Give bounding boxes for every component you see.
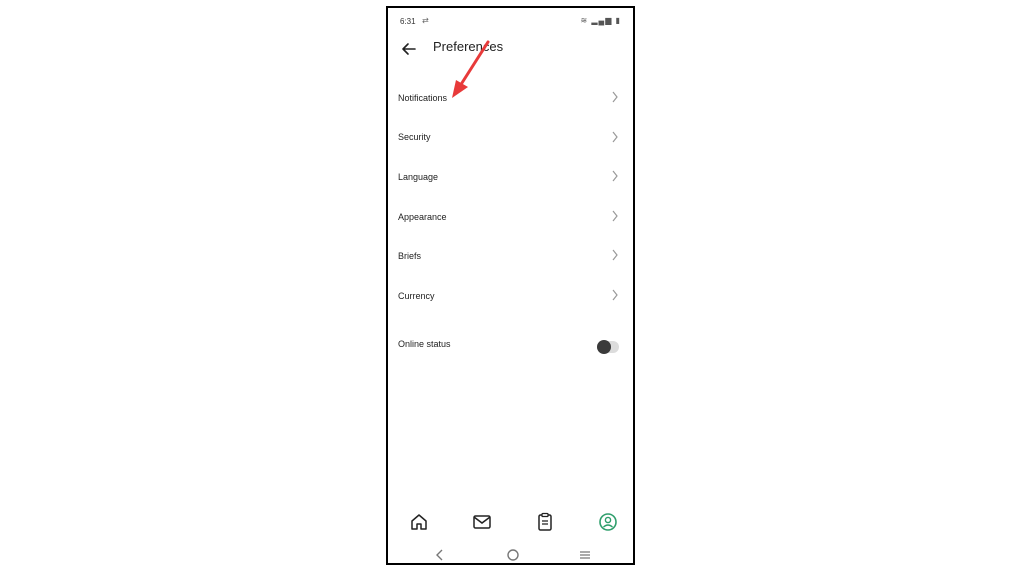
battery-icon: ▮	[615, 16, 621, 25]
chevron-right-icon	[612, 289, 618, 301]
online-status-toggle[interactable]	[597, 340, 619, 354]
header: Preferences	[388, 36, 633, 66]
status-icons: ≋ ▂▄▆ ▮	[580, 16, 621, 25]
nav-messages-button[interactable]	[471, 511, 493, 533]
menu-item-label: Briefs	[398, 251, 422, 262]
nav-home-button[interactable]	[408, 511, 430, 533]
nav-orders-button[interactable]	[534, 511, 556, 533]
menu-item-label: Notifications	[398, 92, 448, 103]
menu-item-appearance[interactable]: Appearance	[388, 197, 633, 237]
system-menu-button[interactable]	[578, 548, 592, 562]
chevron-right-icon	[612, 250, 618, 261]
back-icon	[436, 549, 443, 561]
nav-profile-button[interactable]	[597, 511, 619, 533]
menu-item-briefs[interactable]: Briefs	[388, 236, 633, 276]
menu-icon	[580, 551, 590, 559]
wifi-icon: ≋	[580, 16, 589, 25]
menu-item-label: Appearance	[398, 211, 447, 222]
menu-item-notifications[interactable]: Notifications	[388, 78, 633, 118]
chevron-right-icon	[612, 131, 618, 142]
sync-icon: ⇄	[422, 16, 429, 25]
system-back-button[interactable]	[433, 548, 447, 562]
menu-item-label: Currency	[398, 290, 435, 301]
menu-item-label: Security	[398, 132, 431, 143]
phone-screen: 6:31 ⇄ ≋ ▂▄▆ ▮ Preferences Notifications…	[386, 6, 635, 565]
online-status-row: Online status	[388, 336, 633, 360]
system-nav-bar	[388, 546, 633, 563]
clipboard-icon	[538, 512, 552, 531]
home-icon	[411, 514, 427, 530]
menu-item-language[interactable]: Language	[388, 157, 633, 197]
profile-icon	[599, 513, 617, 531]
menu-item-label: Language	[398, 171, 439, 182]
chevron-right-icon	[612, 91, 618, 103]
system-home-button[interactable]	[506, 548, 520, 562]
back-button[interactable]	[398, 38, 420, 60]
chevron-right-icon	[612, 210, 618, 222]
preferences-menu: Notifications Security Language Appearan…	[388, 78, 633, 316]
page-title: Preferences	[433, 39, 504, 54]
menu-item-security[interactable]: Security	[388, 118, 633, 158]
status-bar: 6:31 ⇄ ≋ ▂▄▆ ▮	[388, 8, 633, 30]
online-status-label: Online status	[398, 339, 451, 349]
menu-item-currency[interactable]: Currency	[388, 276, 633, 316]
arrow-left-icon	[402, 43, 416, 55]
home-circle-icon	[507, 549, 519, 561]
mail-icon	[473, 515, 491, 529]
toggle-knob	[597, 340, 611, 354]
chevron-right-icon	[612, 170, 618, 182]
status-time: 6:31	[400, 17, 416, 26]
signal-icon: ▂▄▆	[591, 16, 613, 25]
bottom-nav	[388, 508, 633, 538]
